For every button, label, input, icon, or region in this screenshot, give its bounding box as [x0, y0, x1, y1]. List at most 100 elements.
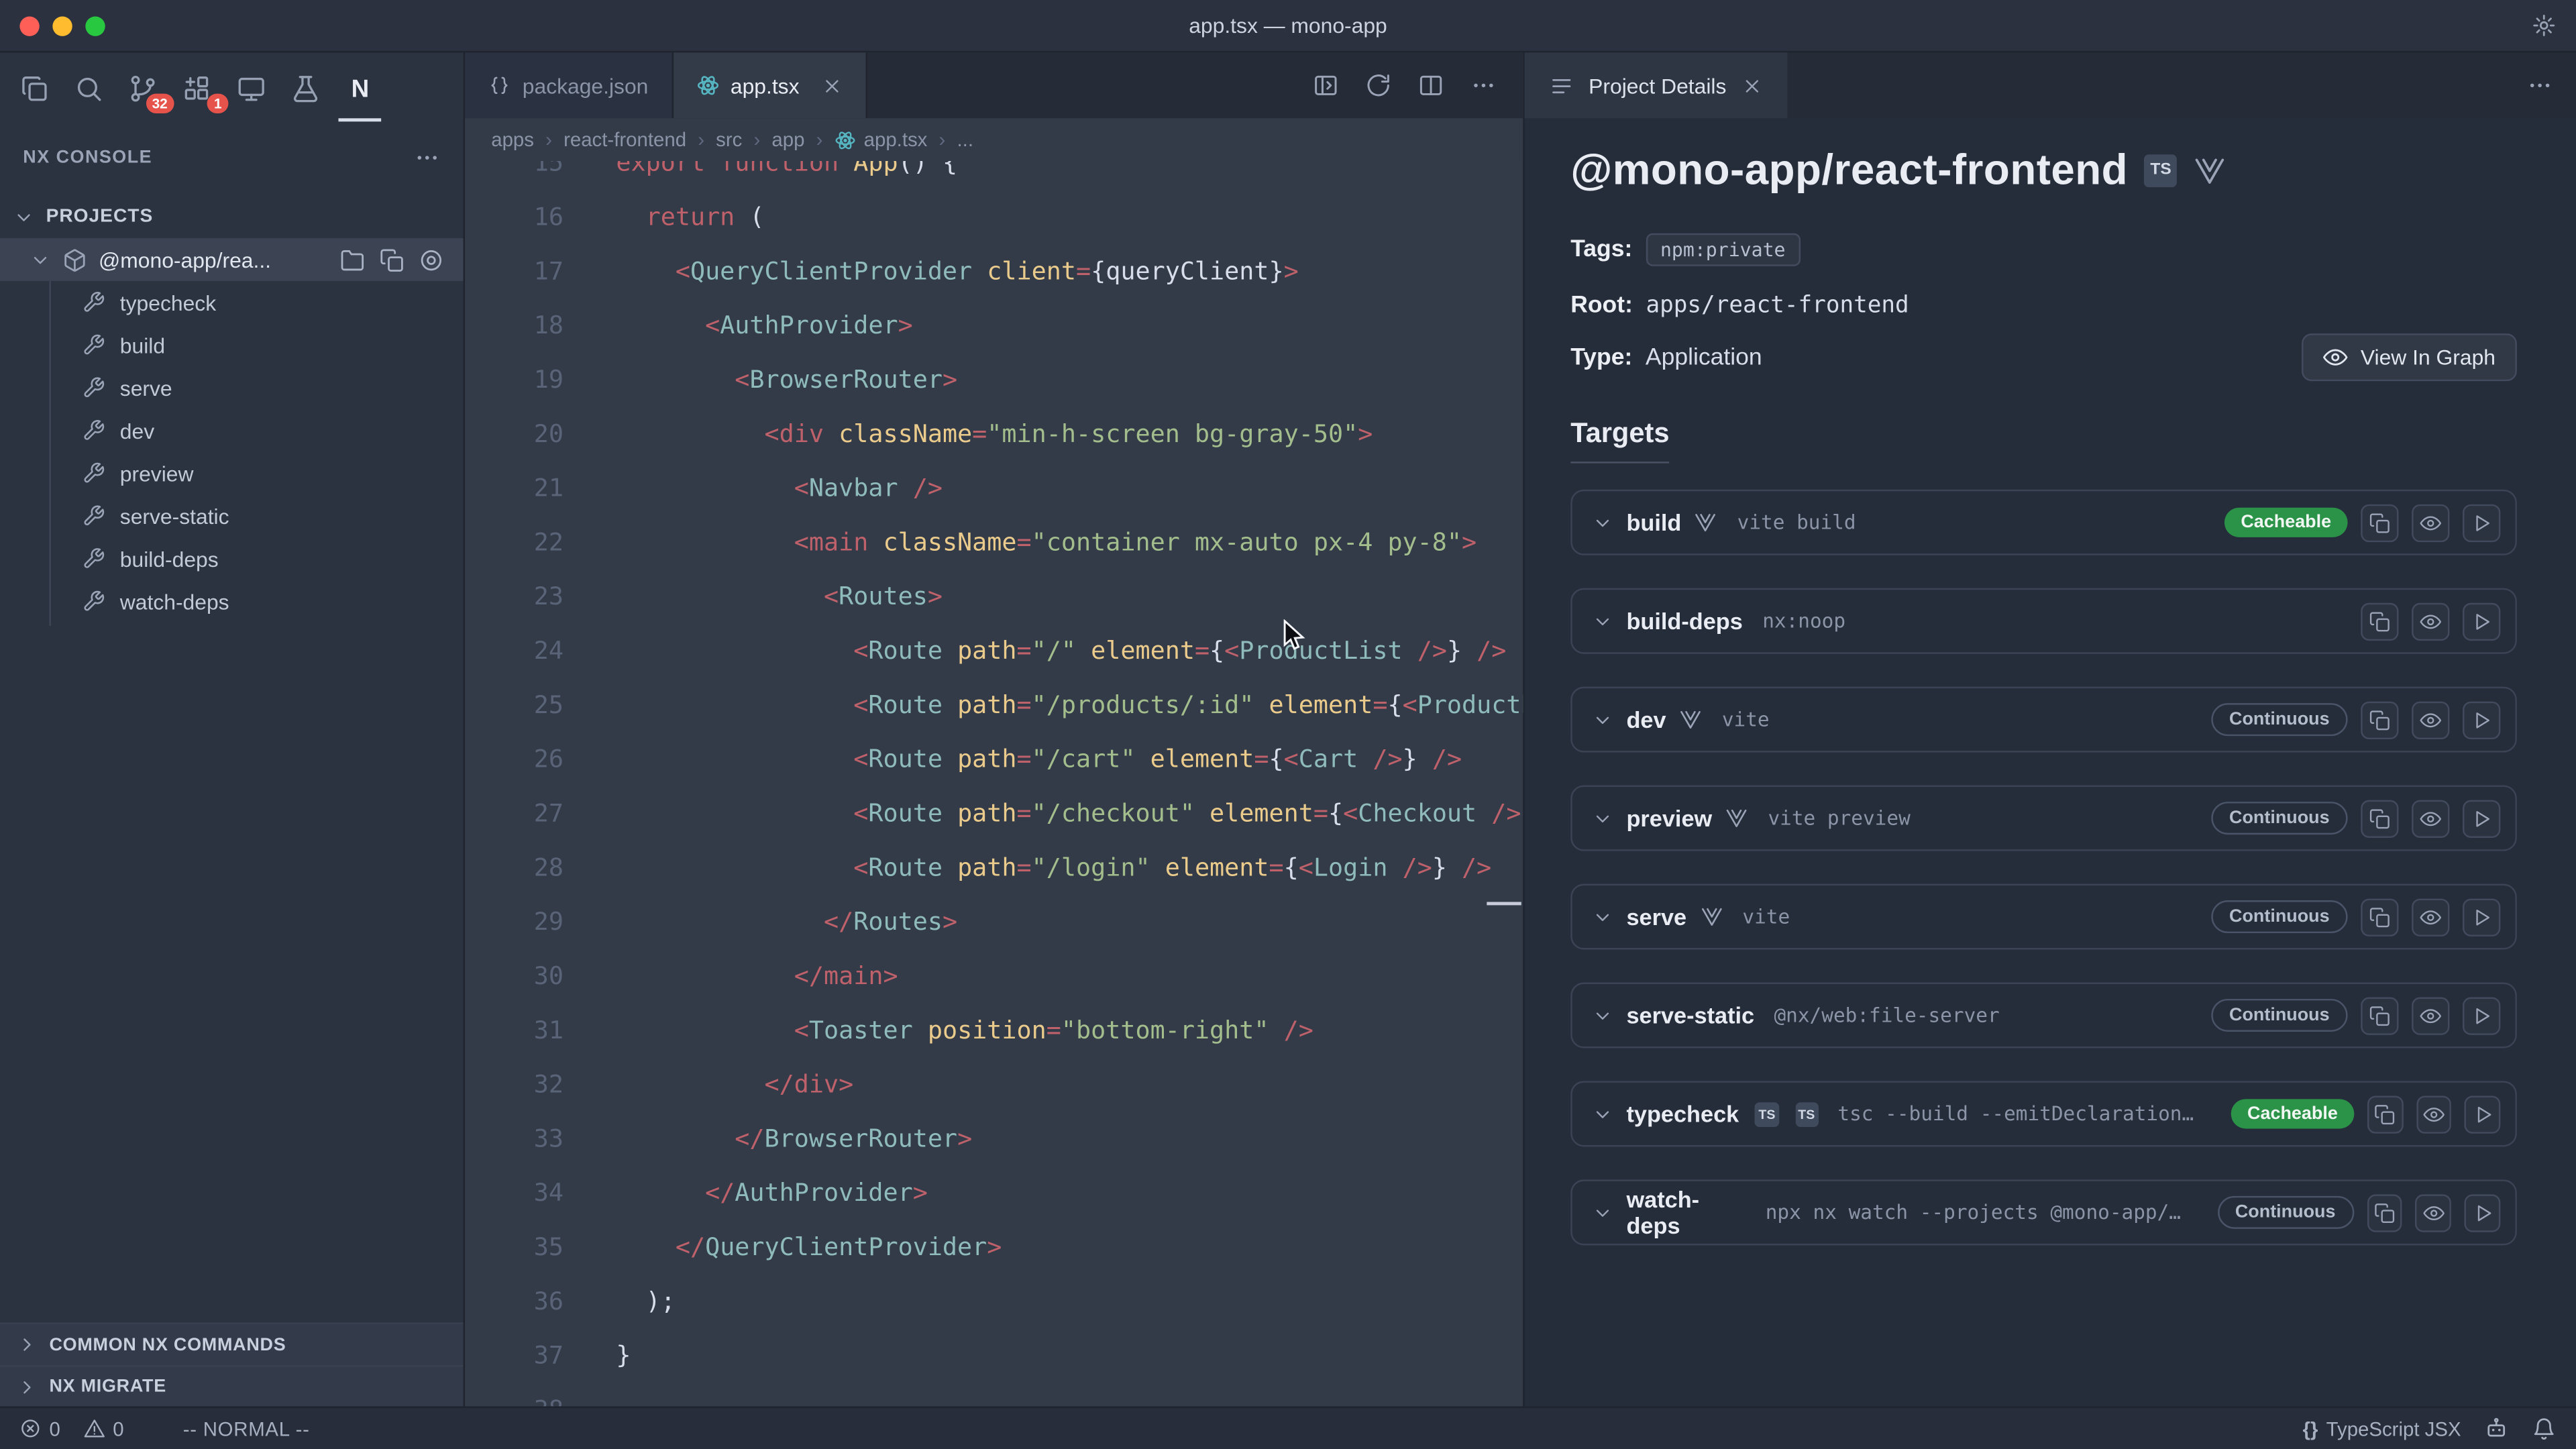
- target-icon[interactable]: [419, 248, 443, 272]
- breadcrumb-item-react-frontend[interactable]: react-frontend: [564, 128, 686, 151]
- target-card-build[interactable]: buildvite buildCacheable: [1570, 490, 2517, 555]
- target-card-watch-deps[interactable]: watch-depsnpx nx watch --projects @mono-…: [1570, 1179, 2517, 1245]
- refresh-icon[interactable]: [1365, 72, 1391, 99]
- sidebar-target-dev[interactable]: dev: [0, 409, 464, 452]
- view-target-button[interactable]: [2412, 799, 2449, 837]
- language-mode-selector[interactable]: {} TypeScript JSX: [2303, 1417, 2461, 1440]
- line-number[interactable]: 16: [465, 191, 564, 245]
- sidebar-target-serve-static[interactable]: serve-static: [0, 494, 464, 537]
- line-number[interactable]: 23: [465, 570, 564, 625]
- panel-more-icon[interactable]: [2527, 72, 2553, 99]
- source-control-icon[interactable]: 32: [125, 70, 161, 107]
- problems-warnings[interactable]: 0: [83, 1417, 123, 1440]
- target-card-serve-static[interactable]: serve-static@nx/web:file-serverContinuou…: [1570, 982, 2517, 1048]
- remote-explorer-icon[interactable]: [233, 70, 270, 107]
- line-number[interactable]: 29: [465, 896, 564, 950]
- line-number[interactable]: 26: [465, 733, 564, 787]
- line-number[interactable]: 15: [465, 161, 564, 191]
- tab-app.tsx[interactable]: app.tsx: [673, 52, 867, 118]
- section-common-nx-commands[interactable]: COMMON NX COMMANDS: [0, 1324, 464, 1365]
- line-number[interactable]: 27: [465, 787, 564, 841]
- problems-errors[interactable]: 0: [19, 1417, 60, 1440]
- sidebar-target-typecheck[interactable]: typecheck: [0, 281, 464, 324]
- maximize-window-button[interactable]: [85, 15, 105, 35]
- breadcrumb-item-app.tsx[interactable]: app.tsx: [835, 128, 928, 151]
- copy-target-button[interactable]: [2367, 1193, 2402, 1231]
- view-target-button[interactable]: [2416, 1193, 2451, 1231]
- close-icon[interactable]: [1741, 74, 1762, 96]
- tab-project-details[interactable]: Project Details: [1525, 52, 1787, 118]
- copy-target-button[interactable]: [2361, 799, 2398, 837]
- section-nx-migrate[interactable]: NX MIGRATE: [0, 1365, 464, 1406]
- run-target-button[interactable]: [2463, 898, 2500, 935]
- run-target-button[interactable]: [2465, 1193, 2500, 1231]
- run-target-button[interactable]: [2463, 799, 2500, 837]
- extensions-icon[interactable]: 1: [179, 70, 215, 107]
- minimize-window-button[interactable]: [52, 15, 72, 35]
- sidebar-target-build[interactable]: build: [0, 323, 464, 366]
- search-icon[interactable]: [70, 70, 107, 107]
- reveal-folder-icon[interactable]: [340, 248, 365, 272]
- run-target-button[interactable]: [2463, 700, 2500, 738]
- view-target-button[interactable]: [2412, 700, 2449, 738]
- line-number[interactable]: 33: [465, 1112, 564, 1167]
- copy-target-button[interactable]: [2361, 996, 2398, 1034]
- line-number[interactable]: 38: [465, 1383, 564, 1406]
- target-card-dev[interactable]: devviteContinuous: [1570, 687, 2517, 753]
- copy-target-button[interactable]: [2367, 1095, 2403, 1132]
- copilot-icon[interactable]: [2484, 1416, 2509, 1441]
- copy-icon[interactable]: [380, 248, 405, 272]
- breadcrumb-item-apps[interactable]: apps: [491, 128, 534, 151]
- line-number[interactable]: 24: [465, 625, 564, 679]
- close-tab-icon[interactable]: [820, 74, 842, 96]
- view-target-button[interactable]: [2412, 996, 2449, 1034]
- line-number[interactable]: 36: [465, 1275, 564, 1329]
- copy-target-button[interactable]: [2361, 700, 2398, 738]
- line-number[interactable]: 37: [465, 1329, 564, 1383]
- line-number[interactable]: 32: [465, 1058, 564, 1112]
- sidebar-target-preview[interactable]: preview: [0, 451, 464, 494]
- line-number[interactable]: 30: [465, 950, 564, 1004]
- code-editor[interactable]: 15export function App() {16 return (17 <…: [465, 161, 1523, 1406]
- line-number[interactable]: 17: [465, 245, 564, 299]
- line-number[interactable]: 28: [465, 841, 564, 896]
- line-number[interactable]: 25: [465, 678, 564, 733]
- run-target-button[interactable]: [2463, 996, 2500, 1034]
- files-icon[interactable]: [16, 70, 52, 107]
- line-number[interactable]: 19: [465, 354, 564, 408]
- view-target-button[interactable]: [2416, 1095, 2452, 1132]
- breadcrumb-item-src[interactable]: src: [716, 128, 742, 151]
- view-target-button[interactable]: [2412, 602, 2449, 640]
- editor-more-icon[interactable]: [1470, 72, 1497, 99]
- sidebar-target-build-deps[interactable]: build-deps: [0, 537, 464, 580]
- run-target-button[interactable]: [2465, 1095, 2500, 1132]
- breadcrumb-item-app[interactable]: app: [771, 128, 804, 151]
- copy-target-button[interactable]: [2361, 602, 2398, 640]
- breadcrumb-item-...[interactable]: ...: [957, 128, 973, 151]
- notifications-icon[interactable]: [2532, 1416, 2557, 1441]
- target-card-serve[interactable]: serveviteContinuous: [1570, 884, 2517, 950]
- line-number[interactable]: 34: [465, 1167, 564, 1221]
- nx-console-icon[interactable]: N: [341, 70, 378, 107]
- copy-target-button[interactable]: [2361, 898, 2398, 935]
- sidebar-target-watch-deps[interactable]: watch-deps: [0, 580, 464, 623]
- sidebar-more-icon[interactable]: [414, 144, 440, 170]
- target-card-preview[interactable]: previewvite previewContinuous: [1570, 786, 2517, 851]
- sidebar-target-serve[interactable]: serve: [0, 366, 464, 409]
- tab-package.json[interactable]: package.json: [465, 52, 673, 118]
- line-number[interactable]: 18: [465, 299, 564, 354]
- copy-target-button[interactable]: [2361, 504, 2398, 541]
- view-target-button[interactable]: [2412, 898, 2449, 935]
- open-to-side-icon[interactable]: [1313, 72, 1339, 99]
- testing-icon[interactable]: [288, 70, 324, 107]
- line-number[interactable]: 35: [465, 1221, 564, 1275]
- settings-gear-icon[interactable]: [2532, 13, 2557, 38]
- line-number[interactable]: 31: [465, 1004, 564, 1058]
- view-in-graph-button[interactable]: View In Graph: [2302, 333, 2517, 381]
- run-target-button[interactable]: [2463, 504, 2500, 541]
- view-target-button[interactable]: [2412, 504, 2449, 541]
- line-number[interactable]: 21: [465, 462, 564, 516]
- sidebar-project-mono-app[interactable]: @mono-app/rea...: [0, 238, 464, 281]
- sidebar-section-projects[interactable]: PROJECTS: [0, 195, 464, 238]
- target-card-build-deps[interactable]: build-depsnx:noop: [1570, 588, 2517, 654]
